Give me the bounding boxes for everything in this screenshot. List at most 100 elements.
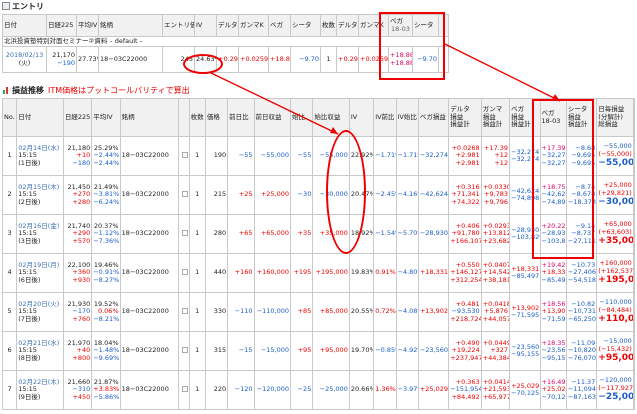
row-daily: −120,000(−117,927)−25,000 bbox=[596, 370, 634, 410]
entry-code: 18−03C22000 bbox=[100, 54, 148, 63]
col-code: 銘柄 bbox=[98, 14, 163, 37]
col-iv-prev: IV前比 bbox=[373, 98, 397, 137]
row-gamma: +0.0407 +14,542 +38,181 bbox=[480, 253, 511, 293]
row-diff-pnl: +195,000 bbox=[312, 253, 350, 293]
row-nikkei: 21,180 +10 −180 bbox=[62, 136, 93, 176]
col-code: 銘柄 bbox=[119, 98, 180, 137]
memo-icon[interactable] bbox=[181, 307, 188, 314]
row-diff: −25 bbox=[290, 370, 314, 410]
memo-icon[interactable] bbox=[181, 385, 188, 392]
row-date: 02月19日(月) 15:15 (6日後) bbox=[16, 253, 64, 293]
row-qty: 1 bbox=[188, 214, 206, 254]
entry-section-title: エントリ bbox=[2, 2, 44, 11]
col-vega-pnl: ベガ損益 bbox=[417, 98, 450, 137]
table-row: 6 02月21日(水) 15:15 (8日後) 21,970 +40 +800 18.04% −… bbox=[1, 331, 636, 371]
row-diff: +195 bbox=[290, 253, 314, 293]
row-iv-prev: 0.91% bbox=[373, 253, 397, 293]
row-iv-diff: −5.70% bbox=[395, 214, 419, 254]
row-delta: +0.490 +19,224 +237,947 bbox=[448, 331, 482, 371]
row-gamma: +0.0414 +21,593 +65,977 bbox=[480, 370, 511, 410]
col-delta: デルタ 損益 損益計 bbox=[448, 98, 482, 137]
col-prev-pnl: 前日収益 bbox=[253, 98, 292, 137]
row-theta: −10.82 −10,731 −65,250 bbox=[565, 292, 598, 332]
row-gamma: +0.0330 +9,783 +9,796 bbox=[480, 175, 511, 215]
col-qty: 枚数 bbox=[320, 14, 337, 37]
row-price: 330 bbox=[204, 292, 229, 332]
table-row: 5 02月20日(火) 15:15 (7日後) 21,930 −170 +760 19.52%… bbox=[1, 292, 636, 332]
row-gamma: +17.39 +12 +12 bbox=[480, 136, 511, 176]
row-avg-iv: 25.29% −2.44% −2.44% bbox=[91, 136, 121, 176]
row-avg-iv: 21.87% +3.83% −5.86% bbox=[91, 370, 121, 410]
row-vega-pnl: −32,274 bbox=[417, 136, 450, 176]
memo-icon[interactable] bbox=[181, 190, 188, 197]
col-iv: IV bbox=[348, 98, 375, 137]
row-date: 02月21日(水) 15:15 (8日後) bbox=[16, 331, 64, 371]
col-iv: IV bbox=[194, 14, 217, 37]
row-vega: −23,560 −95,155 bbox=[509, 331, 541, 371]
row-vega-pnl: +18,331 bbox=[417, 253, 450, 293]
col-diff: 始比 bbox=[290, 98, 314, 137]
row-iv-diff: −4.08% bbox=[395, 292, 419, 332]
vega-theta-highlight bbox=[532, 99, 594, 259]
col-qty: 枚数 bbox=[188, 98, 206, 137]
row-no: 5 bbox=[1, 292, 18, 332]
row-iv: 20.66% bbox=[348, 370, 375, 410]
row-daily: +65,000(+63,603)+35,000 bbox=[596, 214, 634, 254]
row-iv: 19.83% bbox=[348, 253, 375, 293]
row-diff-pnl: +85,000 bbox=[312, 292, 350, 332]
row-qty: 1 bbox=[188, 331, 206, 371]
row-date: 02月16日(金) 15:15 (3日後) bbox=[16, 214, 64, 254]
memo-icon[interactable] bbox=[181, 229, 188, 236]
row-theta: −11.09 −10,820 −76,070 bbox=[565, 331, 598, 371]
col-iv-diff: IV始比 bbox=[395, 98, 419, 137]
table-row: 4 02月19日(月) 15:15 (6日後) 22,100 +360 +930 19.46%… bbox=[1, 253, 636, 293]
row-vega: +25,029 −70,125 bbox=[509, 370, 541, 410]
row-date: 02月20日(火) 15:15 (7日後) bbox=[16, 292, 64, 332]
row-code: 18−03C22000 bbox=[119, 136, 180, 176]
row-diff: +85 bbox=[290, 292, 314, 332]
row-vega: +13,902 −71,595 bbox=[509, 292, 541, 332]
row-prev-pnl: +25,000 bbox=[253, 175, 292, 215]
col-date: 日付 bbox=[16, 98, 64, 137]
row-price: 280 bbox=[204, 214, 229, 254]
row-date: 02月22日(木) 15:15 (9日後) bbox=[16, 370, 64, 410]
row-date: 02月15日(木) 15:15 (2日後) bbox=[16, 175, 64, 215]
row-date: 02月14日(水) 15:15 (1日後) bbox=[16, 136, 64, 176]
row-diff: +35 bbox=[290, 214, 314, 254]
memo-icon[interactable] bbox=[181, 151, 188, 158]
col-date: 日付 bbox=[2, 14, 47, 37]
row-delta: +0.316 +71,341 +74,322 bbox=[448, 175, 482, 215]
row-prev: +160 bbox=[227, 253, 255, 293]
row-diff: −55 bbox=[290, 136, 314, 176]
row-vega-pnl: −23,560 bbox=[417, 331, 450, 371]
row-theta: −11.37 −11,094 −87,163 bbox=[565, 370, 598, 410]
memo-icon[interactable] bbox=[181, 346, 188, 353]
row-nikkei: 21,970 +40 +800 bbox=[62, 331, 93, 371]
row-code: 18−03C22000 bbox=[119, 370, 180, 410]
col-avg-iv: 平均IV bbox=[76, 14, 99, 37]
row-code: 18−03C22000 bbox=[119, 292, 180, 332]
row-iv-prev: −1.71% bbox=[373, 136, 397, 176]
row-delta: +0.481 −93,530 +218,724 bbox=[448, 292, 482, 332]
row-iv-prev: −2.45% bbox=[373, 175, 397, 215]
row-iv-prev: 0.72% bbox=[373, 292, 397, 332]
row-gamma: +0.0418 +5,876 +44,057 bbox=[480, 292, 511, 332]
memo-icon[interactable] bbox=[181, 268, 188, 275]
col-vega: ベガ bbox=[268, 14, 291, 37]
row-qty: 1 bbox=[188, 175, 206, 215]
col-theta: シータ bbox=[290, 14, 321, 37]
row-vega-pnl: +13,902 bbox=[417, 292, 450, 332]
row-no: 1 bbox=[1, 136, 18, 176]
row-prev: +25 bbox=[227, 175, 255, 215]
row-price: 190 bbox=[204, 136, 229, 176]
row-vega-1803: +16.49+25,029−70,125 bbox=[539, 370, 567, 410]
row-daily: −110,000(−84,484)+110,000 bbox=[596, 292, 634, 332]
col-nikkei: 日経225 bbox=[62, 98, 93, 137]
entry-iv-highlight bbox=[183, 54, 223, 74]
row-vega-1803: +18.35−23,560−95,155 bbox=[539, 331, 567, 371]
row-no: 3 bbox=[1, 214, 18, 254]
row-code: 18−03C22000 bbox=[119, 331, 180, 371]
row-price: 315 bbox=[204, 331, 229, 371]
row-daily: −55,000(−55,000)−55,000 bbox=[596, 136, 634, 176]
row-no: 4 bbox=[1, 253, 18, 293]
